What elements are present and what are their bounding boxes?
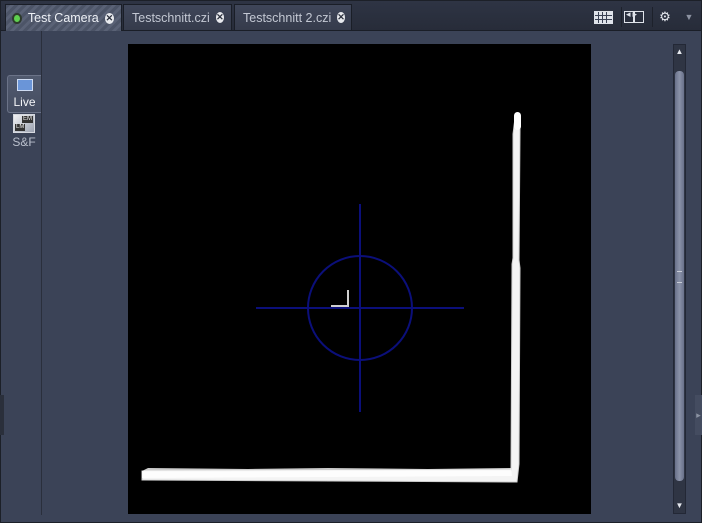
grid-layout-icon bbox=[593, 10, 613, 24]
chevron-right-icon: ▸ bbox=[696, 409, 701, 420]
dropdown-caret-icon: ▼ bbox=[684, 12, 694, 22]
live-label: Live bbox=[13, 95, 36, 109]
tab-test-camera[interactable]: Test Camera ✕ bbox=[5, 4, 122, 31]
tab-label: Test Camera bbox=[27, 11, 99, 25]
em-lm-icon: EM LM bbox=[13, 114, 35, 133]
view-mode-sidebar: Live EM LM S&F bbox=[1, 31, 42, 515]
camera-image bbox=[128, 44, 591, 514]
sf-label: S&F bbox=[12, 135, 36, 149]
right-panel-handle[interactable]: ▸ bbox=[695, 395, 702, 435]
image-viewport[interactable] bbox=[128, 44, 591, 514]
close-icon[interactable]: ✕ bbox=[215, 12, 224, 23]
lm-badge: LM bbox=[15, 124, 26, 131]
split-view-icon bbox=[624, 9, 644, 23]
tab-label: Testschnitt 2.czi bbox=[243, 10, 332, 25]
close-icon[interactable]: ✕ bbox=[337, 12, 345, 23]
vertical-scrollbar[interactable]: ▲ ▼ bbox=[673, 44, 686, 514]
live-status-dot bbox=[14, 14, 20, 22]
close-icon[interactable]: ✕ bbox=[104, 12, 114, 24]
em-badge: EM bbox=[22, 116, 33, 123]
scroll-down-icon[interactable]: ▼ bbox=[674, 499, 685, 513]
live-view-button[interactable]: Live bbox=[7, 75, 41, 113]
scroll-grip-icon bbox=[677, 271, 682, 283]
grid-layout-button[interactable] bbox=[591, 7, 615, 27]
gear-icon: ⚙ bbox=[659, 9, 671, 24]
scroll-up-icon[interactable]: ▲ bbox=[674, 45, 685, 59]
document-tab-bar: Test Camera ✕ Testschnitt.czi ✕ Testschn… bbox=[1, 1, 701, 31]
tab-testschnitt-2[interactable]: Testschnitt 2.czi ✕ bbox=[234, 4, 352, 30]
left-panel-handle[interactable] bbox=[0, 395, 4, 435]
monitor-icon bbox=[16, 79, 33, 91]
scroll-thumb[interactable] bbox=[675, 71, 684, 481]
dropdown-caret-button[interactable]: ▼ bbox=[683, 7, 695, 27]
tab-label: Testschnitt.czi bbox=[132, 10, 210, 25]
view-toolbar: ⚙ ▼ bbox=[591, 7, 695, 27]
sf-view-button[interactable]: EM LM S&F bbox=[7, 114, 41, 152]
split-view-button[interactable] bbox=[621, 7, 646, 27]
settings-button[interactable]: ⚙ bbox=[652, 7, 677, 27]
tab-testschnitt[interactable]: Testschnitt.czi ✕ bbox=[123, 4, 232, 30]
